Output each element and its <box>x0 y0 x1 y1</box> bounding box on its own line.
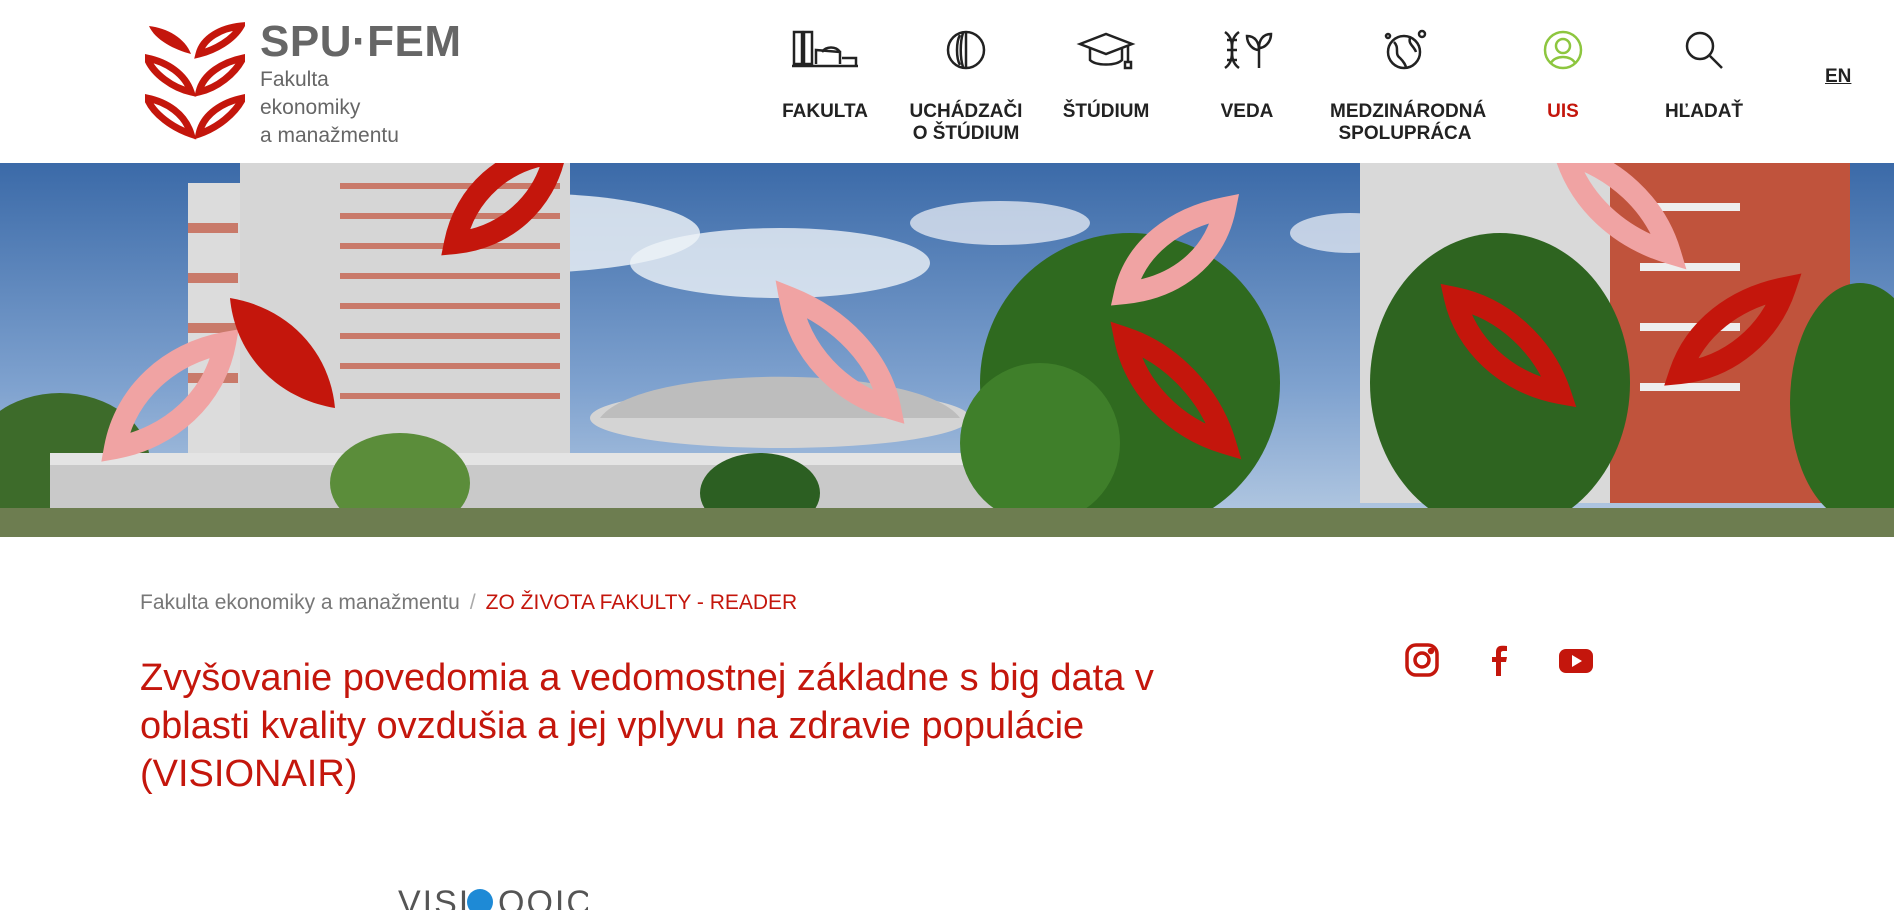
facebook-link[interactable] <box>1479 640 1519 680</box>
youtube-link[interactable] <box>1556 640 1596 680</box>
nav-label-uis: UIS <box>1547 101 1579 122</box>
nav-label-veda: VEDA <box>1220 101 1274 122</box>
brand-block[interactable]: SPU·FEM Fakulta ekonomiky a manažmentu <box>260 18 462 150</box>
nav-item-uis[interactable]: UIS <box>1488 20 1638 150</box>
instagram-link[interactable] <box>1402 640 1442 680</box>
nav-label-medzinarodna: MEDZINÁRODNÁ SPOLUPRÁCA <box>1330 101 1487 145</box>
nav-label-uchadzaci-line-1: UCHÁDZAČI <box>909 101 1023 122</box>
brand-subtitle-line-1: Fakulta <box>260 68 329 91</box>
breadcrumb-home-link[interactable]: Fakulta ekonomiky a manažmentu <box>140 591 460 614</box>
campus-photo <box>0 163 1894 537</box>
nav-label-medzinarodna-line-2: SPOLUPRÁCA <box>1338 123 1472 144</box>
article-title: Zvyšovanie povedomia a vedomostnej zákla… <box>140 657 1154 795</box>
user-circle-icon <box>1543 30 1583 70</box>
youtube-icon <box>1559 649 1593 673</box>
svg-text:OOIC: OOIC <box>498 884 588 910</box>
nav-item-studium[interactable]: ŠTÚDIUM <box>1031 20 1181 150</box>
dna-plant-icon <box>1224 30 1273 70</box>
search-icon <box>1685 31 1723 69</box>
brand-subtitle-line-2: ekonomiky <box>260 96 361 119</box>
facebook-icon <box>1492 645 1507 676</box>
nav-item-medzinarodna[interactable]: MEDZINÁRODNÁ SPOLUPRÁCA <box>1330 20 1487 150</box>
nav-label-medzinarodna-line-1: MEDZINÁRODNÁ <box>1330 101 1487 122</box>
breadcrumb-current[interactable]: ZO ŽIVOTA FAKULTY - READER <box>486 591 798 614</box>
nav-item-uchadzaci[interactable]: UCHÁDZAČI O ŠTÚDIUM <box>891 20 1041 150</box>
nav-label-studium: ŠTÚDIUM <box>1062 101 1150 122</box>
instagram-icon <box>1405 643 1439 677</box>
nav-item-fakulta[interactable]: FAKULTA <box>750 20 900 150</box>
spu-leaf-logo[interactable] <box>145 22 245 142</box>
language-switch-en[interactable]: EN <box>1825 66 1851 88</box>
applicant-shield-icon <box>946 30 986 70</box>
hero-banner <box>0 163 1894 537</box>
faculty-buildings-icon <box>792 30 858 68</box>
brand-subtitle-line-3: a manažmentu <box>260 124 399 147</box>
svg-text:VISI: VISI <box>398 884 470 910</box>
nav-item-veda[interactable]: VEDA <box>1172 20 1322 150</box>
brand-title: SPU·FEM <box>260 17 462 66</box>
nav-label-uchadzaci: UCHÁDZAČI O ŠTÚDIUM <box>891 101 1041 145</box>
globe-network-icon <box>1384 29 1427 70</box>
breadcrumb-separator: / <box>469 591 476 614</box>
graduation-cap-icon <box>1076 32 1136 70</box>
nav-label-fakulta: FAKULTA <box>782 101 868 122</box>
visionair-logo: VISI OOIC <box>398 884 588 910</box>
breadcrumb: Fakulta ekonomiky a manažmentu / ZO ŽIVOTA… <box>140 590 797 616</box>
nav-item-hladat[interactable]: HĽADAŤ <box>1629 20 1779 150</box>
site-header: SPU·FEM Fakulta ekonomiky a manažmentu F… <box>0 0 1894 163</box>
nav-label-uchadzaci-line-2: O ŠTÚDIUM <box>912 123 1020 144</box>
nav-label-hladat: HĽADAŤ <box>1664 101 1744 122</box>
